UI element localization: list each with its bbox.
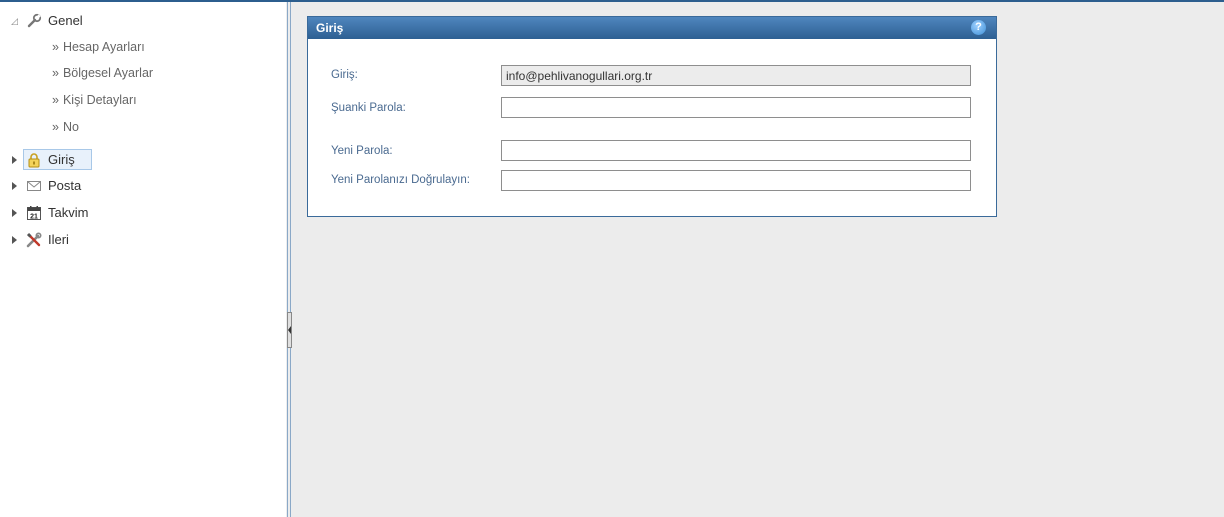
svg-text:21: 21: [30, 213, 38, 220]
tree-node-label: Genel: [48, 13, 83, 28]
panel-header: Giriş ?: [308, 17, 996, 39]
sidebar-tree: ◿ Genel » Hesap Ayarları » Bölgesel Ayarla…: [0, 2, 286, 517]
tree-node-takvim[interactable]: 21 Takvim: [0, 202, 280, 224]
collapse-arrow-icon: [288, 326, 291, 334]
tree-node-label: Ileri: [48, 232, 69, 247]
panel-title: Giriş: [316, 21, 344, 35]
login-field: [501, 65, 971, 86]
subitem-bolgesel-ayarlar[interactable]: » Bölgesel Ayarlar: [52, 66, 153, 80]
tools-icon: [26, 232, 42, 248]
tree-node-label: Posta: [48, 178, 82, 193]
subitem-no[interactable]: » No: [52, 120, 79, 134]
tree-node-label: Takvim: [48, 205, 89, 220]
login-settings-panel: Giriş ? Giriş: Şuanki Parola: Yeni Parol…: [307, 16, 997, 217]
tree-node-ileri[interactable]: Ileri: [0, 229, 280, 251]
expand-icon[interactable]: [10, 154, 19, 166]
current-password-field[interactable]: [501, 97, 971, 118]
help-icon[interactable]: ?: [971, 20, 986, 35]
calendar-icon: 21: [27, 206, 41, 220]
collapse-icon[interactable]: ◿: [10, 15, 19, 27]
login-label: Giriş:: [331, 69, 358, 81]
subitem-hesap-ayarlari[interactable]: » Hesap Ayarları: [52, 40, 145, 54]
expand-icon[interactable]: [10, 207, 19, 219]
subitem-kisi-detaylari[interactable]: » Kişi Detayları: [52, 93, 137, 107]
new-password-label: Yeni Parola:: [331, 145, 393, 157]
tree-node-genel[interactable]: ◿ Genel: [0, 10, 280, 32]
tree-node-giris[interactable]: Giriş: [0, 149, 280, 171]
confirm-password-field[interactable]: [501, 170, 971, 191]
padlock-icon: [28, 153, 40, 168]
envelope-icon: [27, 181, 41, 191]
wrench-icon: [27, 13, 42, 28]
new-password-field[interactable]: [501, 140, 971, 161]
confirm-password-label: Yeni Parolanızı Doğrulayın:: [331, 174, 470, 186]
expand-icon[interactable]: [10, 180, 19, 192]
tree-node-label: Giriş: [48, 152, 75, 167]
current-password-label: Şuanki Parola:: [331, 102, 406, 114]
tree-node-posta[interactable]: Posta: [0, 175, 280, 197]
expand-icon[interactable]: [10, 234, 19, 246]
